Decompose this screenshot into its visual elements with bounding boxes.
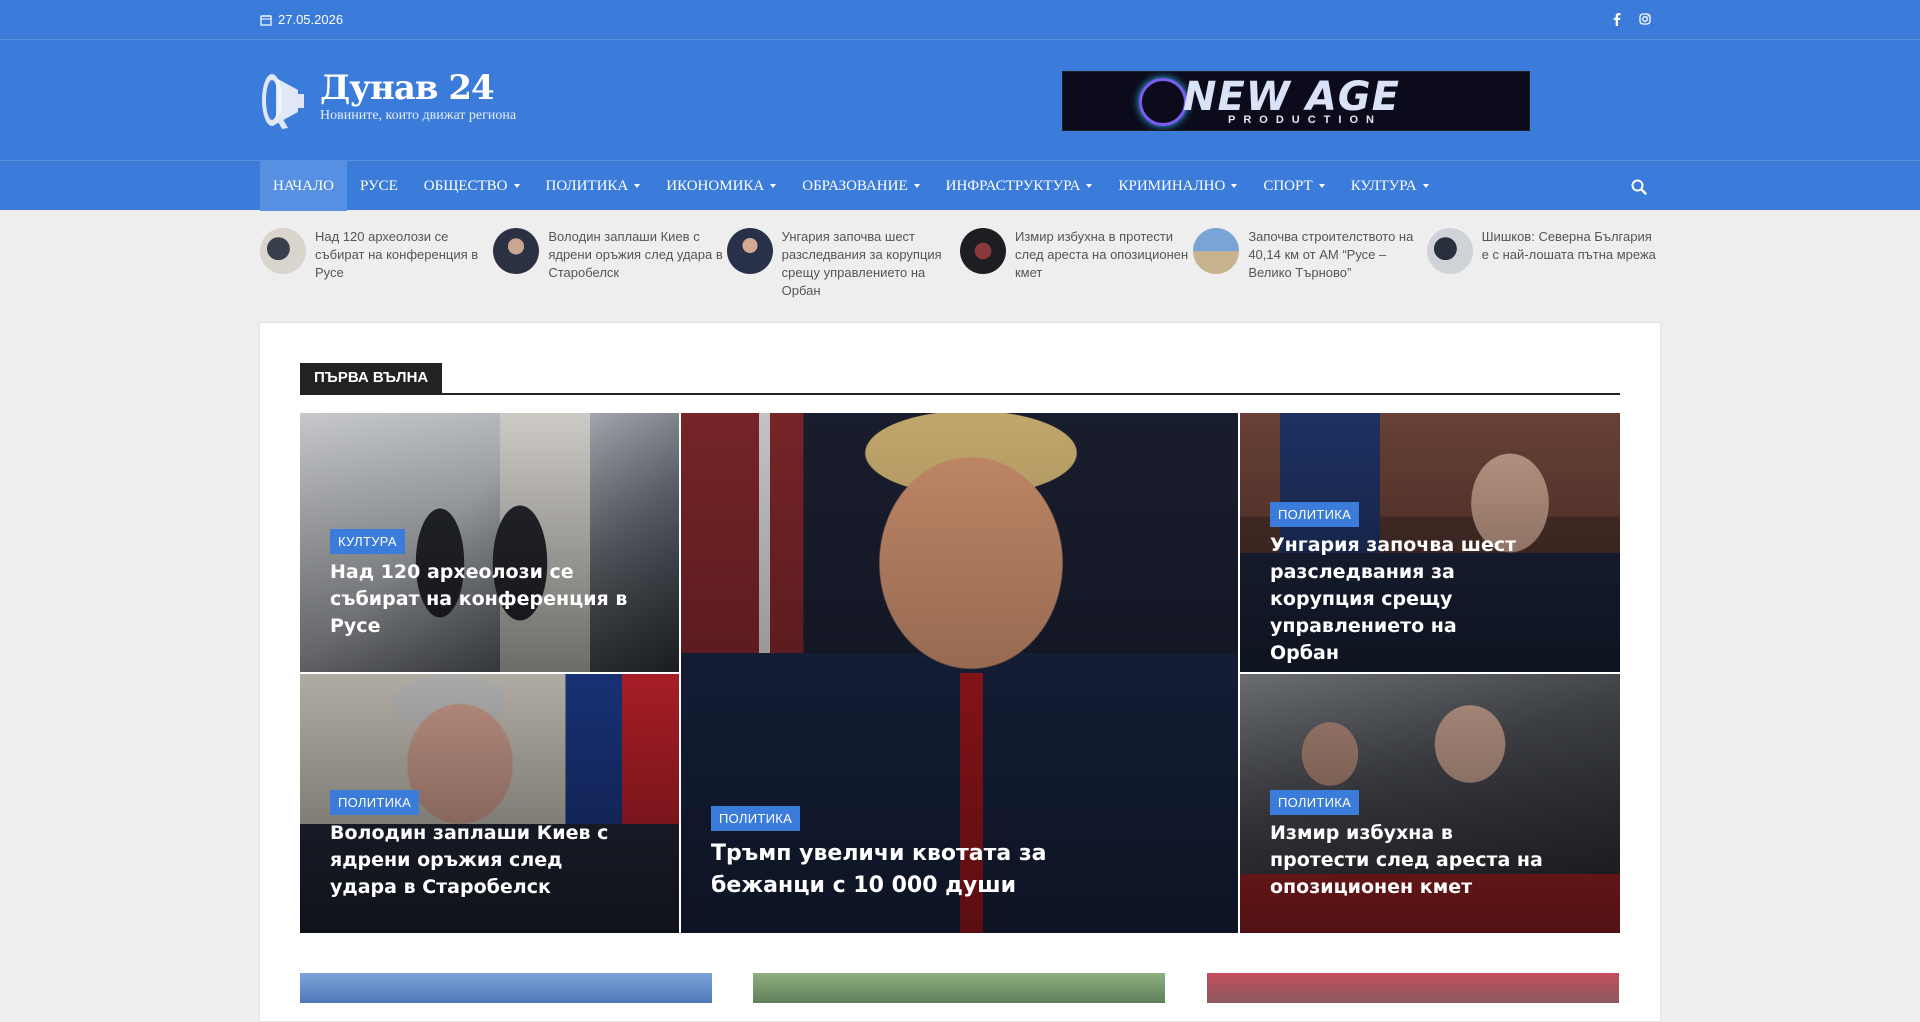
banner-ring-graphic bbox=[1139, 78, 1187, 126]
nav-item-label: ИНФРАСТРУКТУРА bbox=[945, 177, 1081, 194]
nav-menu: НАЧАЛО РУСЕ ОБЩЕСТВО ПОЛИТИКА ИКОНОМИКА … bbox=[260, 161, 1442, 211]
ticker-text: Шишков: Северна България е с най-лошата … bbox=[1481, 229, 1656, 262]
main-content: ПЪРВА ВЪЛНА КУЛТУРА Над 120 археолози се… bbox=[259, 322, 1661, 1022]
caret-down-icon bbox=[1086, 184, 1093, 188]
nav-item-education[interactable]: ОБРАЗОВАНИЕ bbox=[789, 161, 932, 211]
card-headline[interactable]: Измир избухна в протести след ареста на … bbox=[1270, 820, 1550, 901]
advertisement-banner[interactable]: NEW AGE PRODUCTION bbox=[1062, 71, 1530, 131]
caret-down-icon bbox=[1422, 184, 1429, 188]
nav-item-label: СПОРТ bbox=[1263, 177, 1313, 194]
nav-item-ruse[interactable]: РУСЕ bbox=[347, 161, 411, 211]
category-badge[interactable]: КУЛТУРА bbox=[330, 529, 405, 554]
ticker-item[interactable]: Володин заплаши Киев с ядрени оръжия сле… bbox=[493, 228, 726, 308]
article-thumbnail[interactable] bbox=[300, 973, 712, 1003]
date-text: 27.05.2026 bbox=[278, 12, 344, 27]
main-navigation: НАЧАЛО РУСЕ ОБЩЕСТВО ПОЛИТИКА ИКОНОМИКА … bbox=[0, 160, 1920, 211]
caret-down-icon bbox=[913, 184, 920, 188]
nav-item-label: ОБРАЗОВАНИЕ bbox=[802, 177, 908, 194]
ticker-item[interactable]: Шишков: Северна България е с най-лошата … bbox=[1426, 228, 1660, 308]
caret-down-icon bbox=[1318, 184, 1325, 188]
ticker-text: Володин заплаши Киев с ядрени оръжия сле… bbox=[548, 229, 723, 280]
category-badge[interactable]: ПОЛИТИКА bbox=[711, 806, 801, 831]
date-display: 27.05.2026 bbox=[260, 12, 343, 27]
card-headline[interactable]: Над 120 археолози се събират на конферен… bbox=[330, 559, 630, 640]
nav-item-label: ОБЩЕСТВО bbox=[423, 177, 508, 194]
nav-item-label: НАЧАЛО bbox=[273, 177, 334, 194]
section-title: ПЪРВА ВЪЛНА bbox=[300, 363, 443, 393]
ticker-item[interactable]: Започва строителството на 40,14 км от АМ… bbox=[1193, 228, 1426, 308]
nav-item-label: КРИМИНАЛНО bbox=[1118, 177, 1226, 194]
site-tagline: Новините, които движат региона bbox=[320, 108, 517, 123]
section-header: ПЪРВА ВЪЛНА bbox=[300, 363, 1620, 395]
nav-item-infrastructure[interactable]: ИНФРАСТРУКТУРА bbox=[933, 161, 1106, 211]
category-badge[interactable]: ПОЛИТИКА bbox=[1270, 790, 1360, 815]
caret-down-icon bbox=[513, 184, 520, 188]
facebook-icon[interactable] bbox=[1610, 11, 1624, 27]
site-header: Дунав 24 Новините, които движат региона … bbox=[0, 40, 1920, 160]
featured-card[interactable]: ПОЛИТИКА Унгария започва шест разследван… bbox=[1240, 413, 1620, 672]
category-badge[interactable]: ПОЛИТИКА bbox=[1270, 502, 1360, 527]
ticker-text: Унгария започва шест разследвания за кор… bbox=[781, 229, 942, 298]
article-thumbnail[interactable] bbox=[1207, 973, 1619, 1003]
ticker-item[interactable]: Унгария започва шест разследвания за кор… bbox=[726, 228, 960, 308]
caret-down-icon bbox=[770, 184, 777, 188]
card-headline[interactable]: Тръмп увеличи квотата за бежанци с 10 00… bbox=[711, 838, 1051, 902]
banner-subtitle: PRODUCTION bbox=[1228, 114, 1382, 126]
caret-down-icon bbox=[1231, 184, 1238, 188]
featured-card[interactable]: КУЛТУРА Над 120 археолози се събират на … bbox=[300, 413, 679, 672]
ticker-text: Измир избухна в протести след ареста на … bbox=[1014, 229, 1189, 280]
news-ticker: Над 120 археолози се събират на конферен… bbox=[260, 228, 1660, 308]
ticker-thumbnail bbox=[959, 228, 1006, 274]
top-bar: 27.05.2026 bbox=[0, 0, 1920, 40]
card-headline[interactable]: Унгария започва шест разследвания за кор… bbox=[1270, 532, 1530, 667]
ticker-text: Започва строителството на 40,14 км от АМ… bbox=[1248, 229, 1414, 280]
site-title: Дунав 24 bbox=[320, 68, 495, 108]
ticker-thumbnail bbox=[493, 228, 540, 274]
nav-item-economy[interactable]: ИКОНОМИКА bbox=[653, 161, 789, 211]
nav-item-label: ИКОНОМИКА bbox=[666, 177, 765, 194]
nav-item-politics[interactable]: ПОЛИТИКА bbox=[533, 161, 654, 211]
nav-item-culture[interactable]: КУЛТУРА bbox=[1338, 161, 1442, 211]
ticker-thumbnail bbox=[726, 228, 773, 274]
category-badge[interactable]: ПОЛИТИКА bbox=[330, 790, 420, 815]
nav-item-label: ПОЛИТИКА bbox=[545, 177, 629, 194]
featured-card[interactable]: ПОЛИТИКА Тръмп увеличи квотата за бежанц… bbox=[681, 413, 1238, 933]
search-icon[interactable] bbox=[1630, 178, 1648, 196]
nav-item-sport[interactable]: СПОРТ bbox=[1250, 161, 1337, 211]
caret-down-icon bbox=[634, 184, 641, 188]
ticker-item[interactable]: Над 120 археолози се събират на конферен… bbox=[260, 228, 493, 308]
nav-item-home[interactable]: НАЧАЛО bbox=[260, 161, 347, 211]
site-logo[interactable]: Дунав 24 Новините, които движат региона bbox=[258, 68, 516, 130]
ticker-thumbnail bbox=[260, 228, 306, 274]
nav-item-label: РУСЕ bbox=[359, 177, 398, 194]
ticker-thumbnail bbox=[1193, 228, 1240, 274]
ticker-item[interactable]: Измир избухна в протести след ареста на … bbox=[959, 228, 1193, 308]
article-thumbnail[interactable] bbox=[753, 973, 1165, 1003]
featured-card[interactable]: ПОЛИТИКА Володин заплаши Киев с ядрени о… bbox=[300, 674, 679, 933]
nav-item-label: КУЛТУРА bbox=[1350, 177, 1417, 194]
nav-item-crime[interactable]: КРИМИНАЛНО bbox=[1105, 161, 1250, 211]
featured-card[interactable]: ПОЛИТИКА Измир избухна в протести след а… bbox=[1240, 674, 1620, 933]
card-headline[interactable]: Володин заплаши Киев с ядрени оръжия сле… bbox=[330, 820, 630, 901]
megaphone-logo-icon bbox=[262, 74, 304, 129]
nav-item-society[interactable]: ОБЩЕСТВО bbox=[411, 161, 533, 211]
ticker-text: Над 120 археолози се събират на конферен… bbox=[315, 229, 479, 280]
social-links bbox=[1610, 11, 1652, 27]
instagram-icon[interactable] bbox=[1638, 11, 1652, 27]
calendar-icon bbox=[260, 14, 272, 26]
ticker-thumbnail bbox=[1426, 228, 1473, 274]
